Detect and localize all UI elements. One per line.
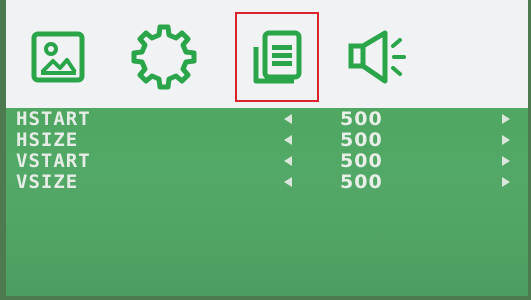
menu-row-vstart[interactable]: VSTART 500 bbox=[6, 150, 528, 172]
decrease-arrow-icon[interactable] bbox=[284, 156, 292, 166]
tab-settings[interactable] bbox=[122, 12, 206, 102]
picture-icon bbox=[31, 31, 85, 83]
gear-icon bbox=[131, 24, 197, 90]
increase-arrow-icon[interactable] bbox=[502, 156, 510, 166]
menu-row-value: 500 bbox=[340, 150, 383, 172]
menu-row-label: VSTART bbox=[16, 150, 91, 172]
tab-bar bbox=[6, 0, 528, 108]
menu-row-label: HSIZE bbox=[16, 129, 79, 151]
menu-row-value: 500 bbox=[340, 108, 383, 130]
menu-row-value: 500 bbox=[340, 171, 383, 193]
menu-row-vsize[interactable]: VSIZE 500 bbox=[6, 171, 528, 193]
decrease-arrow-icon[interactable] bbox=[284, 114, 292, 124]
menu-row-hstart[interactable]: HSTART 500 bbox=[6, 108, 528, 130]
decrease-arrow-icon[interactable] bbox=[284, 135, 292, 145]
tab-display-settings[interactable] bbox=[235, 12, 319, 102]
increase-arrow-icon[interactable] bbox=[502, 114, 510, 124]
speaker-icon bbox=[348, 30, 406, 84]
decrease-arrow-icon[interactable] bbox=[284, 177, 292, 187]
menu-row-label: VSIZE bbox=[16, 171, 79, 193]
tab-audio[interactable] bbox=[339, 12, 423, 102]
display-settings-icon bbox=[253, 30, 302, 84]
monitor-osd-menu: HSTART 500 HSIZE 500 VSTART 500 VSIZE 50… bbox=[6, 0, 528, 296]
increase-arrow-icon[interactable] bbox=[502, 135, 510, 145]
tab-picture[interactable] bbox=[16, 12, 100, 102]
menu-row-label: HSTART bbox=[16, 108, 91, 130]
menu-row-hsize[interactable]: HSIZE 500 bbox=[6, 129, 528, 151]
menu-row-value: 500 bbox=[340, 129, 383, 151]
geometry-menu-panel: HSTART 500 HSIZE 500 VSTART 500 VSIZE 50… bbox=[6, 108, 528, 296]
increase-arrow-icon[interactable] bbox=[502, 177, 510, 187]
